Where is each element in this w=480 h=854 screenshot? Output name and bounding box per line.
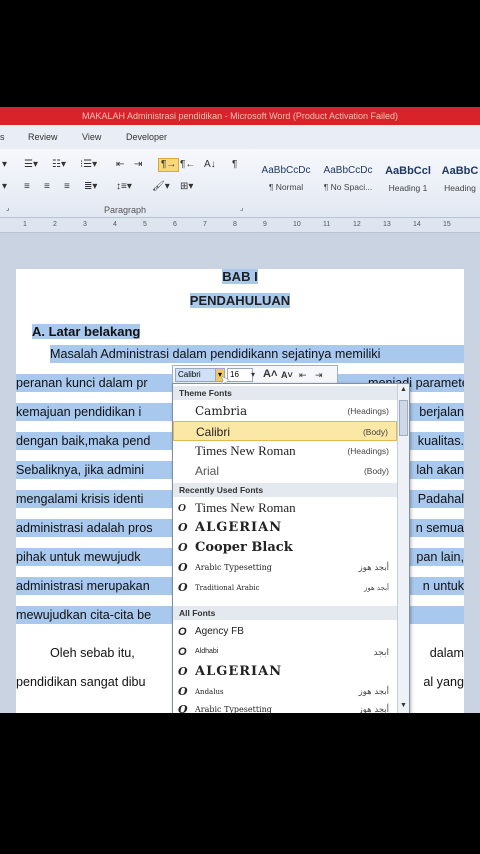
font-name-value: Calibri — [178, 370, 201, 379]
line-text: administrasi adalah pros — [16, 521, 153, 535]
opentype-icon: O — [178, 626, 187, 638]
all-fonts-header: All Fonts — [173, 606, 397, 620]
chapter-title-text: PENDAHULUAN — [189, 293, 291, 308]
font-list-scrollbar[interactable]: ▲ ▼ — [397, 384, 409, 713]
line-text: Sebaliknya, jika admini — [16, 463, 145, 477]
font-option-agency-fb[interactable]: O Agency FB — [173, 622, 397, 642]
line-text: administrasi merupakan — [16, 579, 150, 593]
font-option-name: Arial — [195, 464, 220, 478]
opentype-icon: O — [178, 665, 189, 678]
recent-fonts-header: Recently Used Fonts — [173, 483, 397, 497]
font-option-name: ALGERIAN — [195, 520, 283, 535]
section-heading-text: A. Latar belakang — [32, 324, 141, 339]
line-fragment-right: dalam — [429, 646, 464, 660]
word-window: MAKALAH Administrasi pendidikan - Micros… — [0, 107, 480, 713]
font-option-name: Times New Roman — [195, 500, 296, 515]
scroll-up-icon[interactable]: ▲ — [398, 386, 409, 393]
font-option-calibri[interactable]: Calibri (Body) — [173, 421, 397, 441]
opentype-icon: O — [178, 685, 188, 698]
font-option-sample: ابجد — [373, 647, 389, 657]
mouse-pointer-icon: ➤ — [220, 373, 231, 387]
font-option-sample: أبجد هوز — [358, 687, 389, 697]
paragraph-line: Masalah Administrasi dalam pendidikann s… — [50, 345, 464, 363]
font-option-times-new-roman[interactable]: Times New Roman (Headings) — [173, 441, 397, 461]
font-option-name: Arabic Typesetting — [195, 563, 272, 572]
line-fragment-right: n semua — [415, 521, 464, 535]
font-option-tag: (Headings) — [347, 446, 389, 456]
font-size-value: 16 — [230, 370, 239, 379]
decrease-indent-icon[interactable]: ⇤ — [299, 369, 307, 381]
font-option-sample: أبجد هوز — [364, 584, 389, 592]
opentype-icon: O — [178, 541, 188, 554]
size-dropdown-icon[interactable]: ▾ — [251, 369, 255, 381]
grow-font-glyph: A — [263, 368, 271, 380]
line-text: pihak untuk mewujudk — [16, 550, 141, 564]
line-fragment-right: lah akan — [416, 463, 464, 477]
font-option-name: Calibri — [196, 425, 231, 439]
line-text: peranan kunci dalam pr — [16, 376, 148, 390]
font-dropdown-menu: Theme Fonts Cambria (Headings) Calibri (… — [172, 383, 410, 713]
opentype-icon: O — [178, 703, 188, 713]
chapter-number-text: BAB I — [222, 269, 258, 284]
line-text: dengan baik,maka pend — [16, 434, 151, 448]
line-fragment-right: n untuk — [422, 579, 464, 593]
font-option-andalus[interactable]: O Andalus أبجد هوز — [173, 682, 397, 702]
chapter-title: PENDAHULUAN — [0, 293, 480, 308]
grow-font-icon[interactable]: A˄ — [263, 368, 277, 380]
font-option-sample: أبجد هوز — [358, 563, 389, 573]
font-option-arial[interactable]: Arial (Body) — [173, 461, 397, 481]
opentype-icon: O — [178, 521, 189, 534]
opentype-icon: O — [178, 646, 187, 658]
font-option-name: ALGERIAN — [195, 664, 283, 679]
font-option-sample: أبجد هوز — [358, 705, 389, 713]
chapter-number: BAB I — [0, 269, 480, 284]
font-option-name: Traditional Arabic — [195, 584, 260, 592]
font-option-tag: (Headings) — [347, 406, 389, 416]
opentype-icon: O — [178, 502, 186, 514]
font-option-algerian[interactable]: O ALGERIAN — [173, 518, 397, 538]
font-option-arabic-typesetting[interactable]: O Arabic Typesetting أبجد هوز — [173, 558, 397, 578]
font-name-field[interactable]: Calibri — [175, 368, 217, 382]
theme-fonts-header: Theme Fonts — [173, 386, 397, 400]
line-text: kemajuan pendidikan i — [16, 405, 142, 419]
scroll-down-icon[interactable]: ▼ — [398, 702, 409, 709]
font-option-aldhabi[interactable]: O Aldhabi ابجد — [173, 642, 397, 662]
font-option-tag: (Body) — [362, 427, 388, 437]
section-heading: A. Latar belakang — [32, 323, 480, 341]
line-fragment-right: kualitas. — [417, 434, 464, 448]
increase-indent-icon[interactable]: ⇥ — [315, 369, 323, 381]
font-option-arabic-typesetting-all[interactable]: O Arabic Typesetting أبجد هوز — [173, 700, 397, 713]
font-option-cambria[interactable]: Cambria (Headings) — [173, 401, 397, 421]
line-fragment-right: pan lain, — [416, 550, 464, 564]
font-option-name: Arabic Typesetting — [195, 705, 272, 713]
font-option-name: Agency FB — [195, 626, 244, 637]
font-option-name: Times New Roman — [195, 443, 296, 458]
font-size-field[interactable]: 16 — [227, 368, 253, 382]
font-option-tag: (Body) — [363, 466, 389, 476]
line-fragment-right: berjalan — [419, 405, 464, 419]
opentype-icon: O — [178, 561, 188, 574]
font-option-name: Cooper Black — [195, 540, 293, 555]
scrollbar-thumb[interactable] — [399, 400, 408, 436]
shrink-font-glyph: A — [281, 370, 288, 380]
shrink-font-icon[interactable]: A˅ — [281, 369, 293, 381]
mini-toolbar: Calibri ▾ 16 ▾ A˄ A˅ ⇤ ⇥ — [172, 365, 338, 385]
font-option-name: Andalus — [195, 688, 224, 696]
opentype-icon: O — [178, 581, 188, 594]
font-option-cooper-black[interactable]: O Cooper Black — [173, 538, 397, 558]
line-text: mewujudkan cita-cita be — [16, 608, 152, 622]
font-option-algerian-all[interactable]: O ALGERIAN — [173, 662, 397, 682]
line-fragment-right: al yang — [423, 675, 464, 689]
font-option-times-new-roman-recent[interactable]: O Times New Roman — [173, 498, 397, 518]
font-option-name: Aldhabi — [195, 648, 219, 655]
line-fragment-right: Padahal — [417, 492, 464, 506]
font-option-traditional-arabic[interactable]: O Traditional Arabic أبجد هوز — [173, 578, 397, 598]
line-text: mengalami krisis identi — [16, 492, 144, 506]
font-option-name: Cambria — [195, 404, 248, 418]
